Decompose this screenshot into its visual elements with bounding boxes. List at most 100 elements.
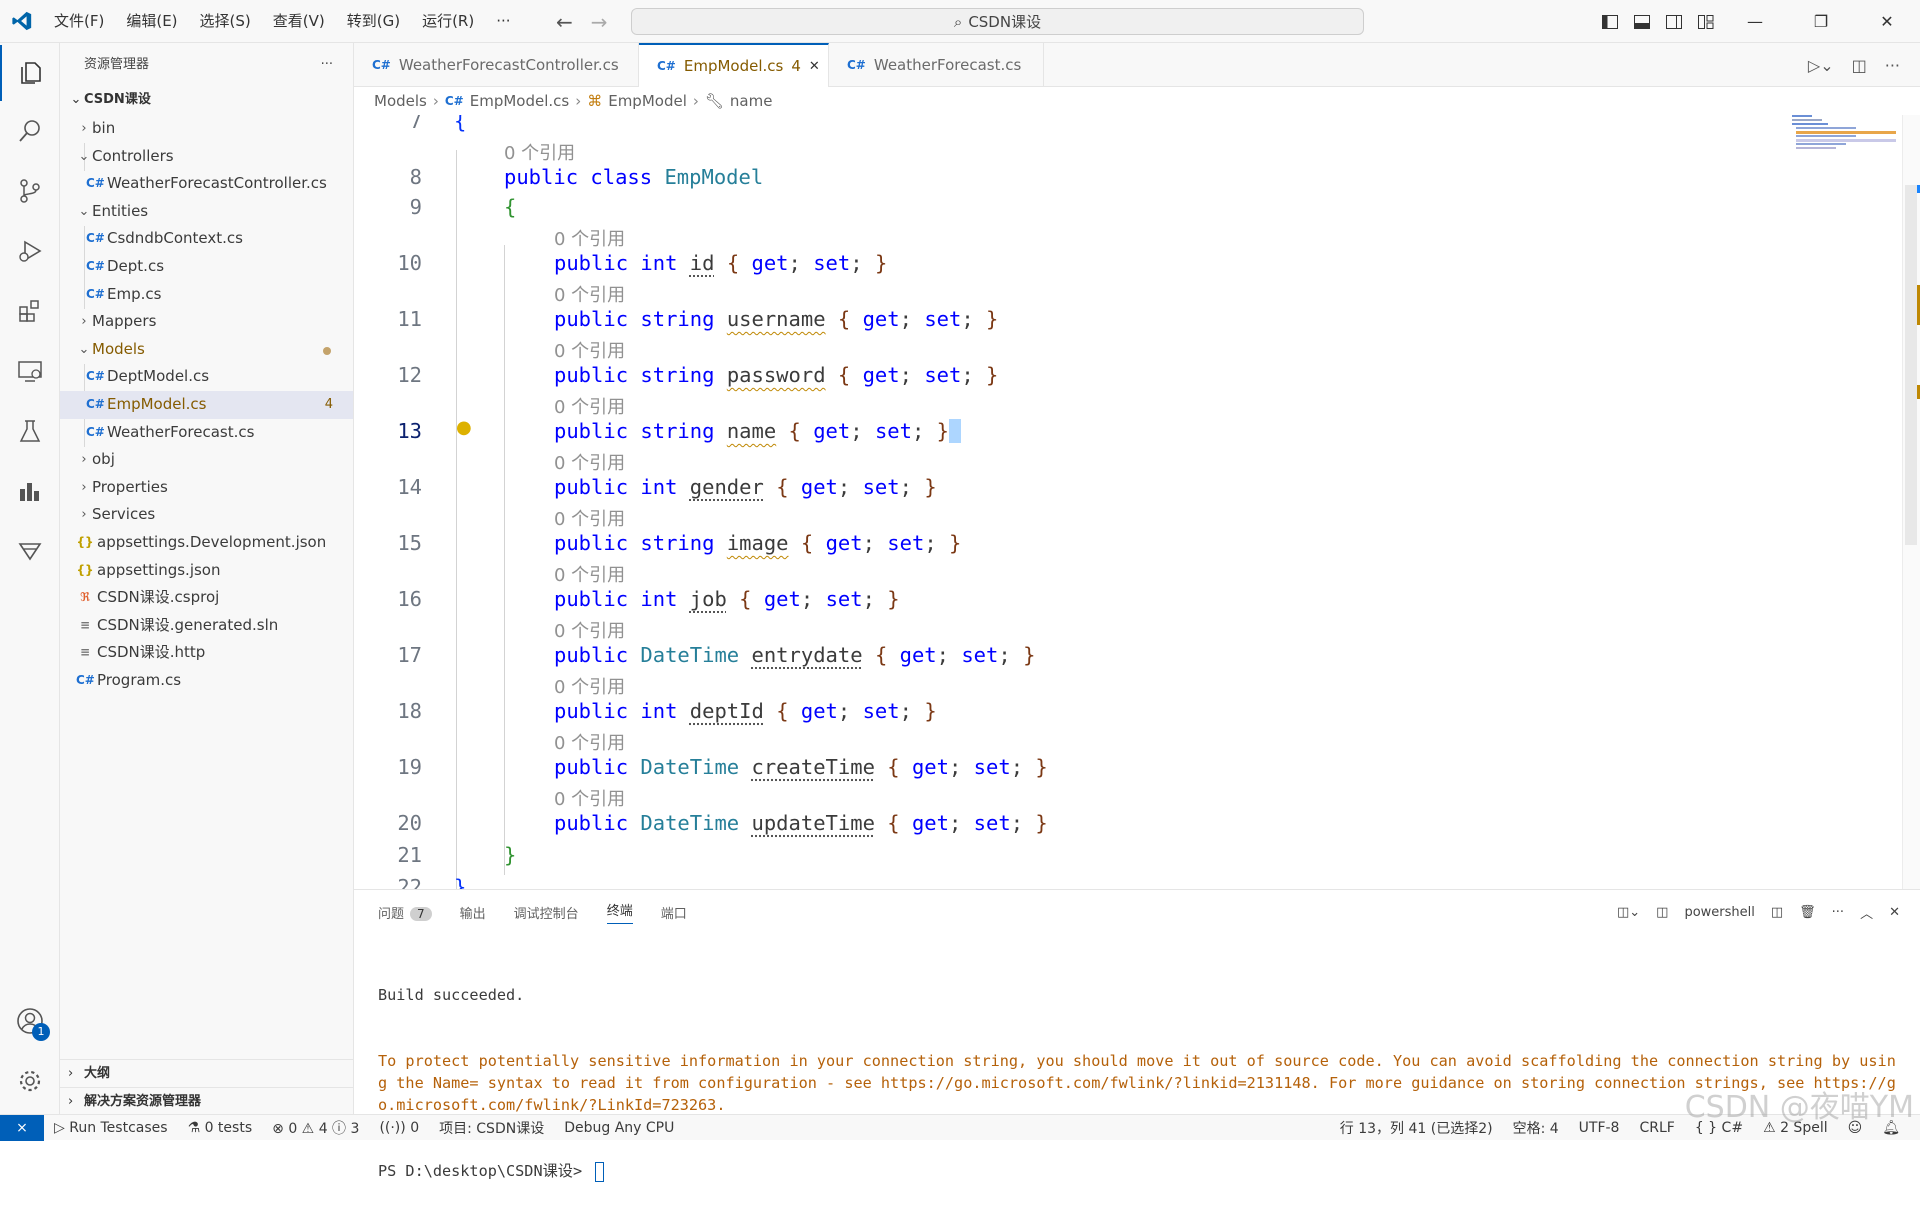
close-tab-icon[interactable]: ✕ [809,59,820,74]
tree-file-emp[interactable]: C# Emp.cs [60,281,353,309]
status-ports[interactable]: ((·)) 0 [369,1120,429,1136]
more-actions-icon[interactable]: ··· [1832,905,1844,920]
back-arrow-icon[interactable]: ← [556,10,573,34]
settings-gear-icon[interactable] [0,1053,60,1109]
outline-section[interactable]: › 大纲 [60,1059,353,1087]
lightbulb-icon[interactable]: ● [456,417,472,438]
panel-tab-problems[interactable]: 问题 7 [378,903,432,922]
command-center[interactable]: ⌕ CSDN课设 [631,8,1364,35]
new-terminal-layout-icon[interactable]: ◫⌄ [1617,905,1640,920]
menu-selection[interactable]: 选择(S) [189,0,262,43]
status-indentation[interactable]: 空格: 4 [1503,1118,1569,1138]
status-cursor-position[interactable]: 行 13，列 41 (已选择2) [1330,1118,1503,1138]
tree-folder-controllers[interactable]: ⌄ Controllers [60,143,353,171]
minimize-icon[interactable]: — [1722,0,1788,43]
menu-file[interactable]: 文件(F) [43,0,115,43]
tab-weatherforecastcontroller[interactable]: C# WeatherForecastController.cs [354,43,639,87]
menu-view[interactable]: 查看(V) [262,0,336,43]
codelens-references[interactable]: 0 个引用 [554,617,625,643]
menu-edit[interactable]: 编辑(E) [115,0,188,43]
tree-folder-models[interactable]: ⌄ Models [60,336,353,364]
codelens-references[interactable]: 0 个引用 [554,337,625,363]
tree-folder-mappers[interactable]: › Mappers [60,308,353,336]
breadcrumb-member[interactable]: name [730,92,773,110]
status-run-testcases[interactable]: ▷ Run Testcases [44,1120,178,1136]
tree-folder-properties[interactable]: › Properties [60,474,353,502]
status-tests[interactable]: ⚗ 0 tests [178,1120,263,1136]
codelens-references[interactable]: 0 个引用 [554,673,625,699]
filter-icon[interactable] [0,523,60,579]
close-window-icon[interactable]: ✕ [1854,0,1920,43]
tree-file-csdndbcontext[interactable]: C# CsdndbContext.cs [60,225,353,253]
code-editor[interactable]: 7 { 0 个引用 8 public class EmpModel 9 { 0 … [354,115,1920,889]
codelens-references[interactable]: 0 个引用 [554,225,625,251]
vertical-scrollbar[interactable] [1902,115,1920,889]
tree-file-sln[interactable]: ≡ CSDN课设.generated.sln [60,612,353,640]
codelens-references[interactable]: 0 个引用 [554,505,625,531]
status-eol[interactable]: CRLF [1629,1120,1684,1136]
source-control-icon[interactable] [0,163,60,219]
accounts-icon[interactable]: 1 [0,993,60,1049]
terminal-shell-label[interactable]: powershell [1684,905,1754,920]
tree-file-deptmodel[interactable]: C# DeptModel.cs [60,363,353,391]
menu-more[interactable]: ··· [485,0,521,43]
restore-icon[interactable]: ❐ [1788,0,1854,43]
tree-file-csproj[interactable]: ℜ CSDN课设.csproj [60,584,353,612]
terminal-output[interactable]: Build succeeded. To protect potentially … [378,940,1904,1226]
forward-arrow-icon[interactable]: → [591,10,608,34]
remote-indicator-icon[interactable]: ⨯ [0,1114,44,1141]
more-actions-icon[interactable]: ··· [1885,56,1900,75]
tree-file-dept[interactable]: C# Dept.cs [60,253,353,281]
codelens-references[interactable]: 0 个引用 [554,393,625,419]
split-terminal-icon[interactable]: ◫ [1771,905,1783,920]
breadcrumb-models[interactable]: Models [374,92,427,110]
tree-folder-bin[interactable]: › bin [60,115,353,143]
tree-file-appsettings-dev[interactable]: {} appsettings.Development.json [60,529,353,557]
codelens-references[interactable]: 0 个引用 [554,449,625,475]
codelens-references[interactable]: 0 个引用 [554,561,625,587]
codelens-references[interactable]: 0 个引用 [554,785,625,811]
panel-tab-debug-console[interactable]: 调试控制台 [514,903,579,922]
tree-file-program[interactable]: C# Program.cs [60,667,353,695]
maximize-panel-icon[interactable]: ︿ [1860,903,1873,922]
explorer-icon[interactable] [0,45,60,101]
charts-icon[interactable] [0,463,60,519]
explorer-more-actions[interactable]: ··· [321,43,333,87]
run-icon[interactable]: ▷⌄ [1808,56,1834,75]
menu-run[interactable]: 运行(R) [411,0,485,43]
tab-empmodel[interactable]: C# EmpModel.cs 4 ✕ [639,43,829,87]
tree-file-weatherforecast[interactable]: C# WeatherForecast.cs [60,419,353,447]
close-panel-icon[interactable]: ✕ [1889,905,1900,920]
tree-folder-services[interactable]: › Services [60,501,353,529]
toggle-secondary-sidebar-icon[interactable] [1658,0,1690,43]
tree-file-weatherforecastcontroller[interactable]: C# WeatherForecastController.cs [60,170,353,198]
tree-file-appsettings[interactable]: {} appsettings.json [60,557,353,585]
tree-folder-entities[interactable]: ⌄ Entities [60,198,353,226]
search-icon[interactable] [0,103,60,159]
codelens-references[interactable]: 0 个引用 [554,729,625,755]
split-editor-icon[interactable]: ◫ [1852,56,1867,75]
codelens-references[interactable]: 0 个引用 [554,281,625,307]
breadcrumb-class[interactable]: EmpModel [608,92,687,110]
status-config[interactable]: Debug Any CPU [554,1120,684,1136]
workspace-header[interactable]: ⌄ CSDN课设 [60,87,353,113]
run-debug-icon[interactable] [0,223,60,279]
tree-folder-obj[interactable]: › obj [60,446,353,474]
status-project[interactable]: 项目: CSDN课设 [429,1118,554,1138]
panel-tab-ports[interactable]: 端口 [661,903,687,922]
toggle-primary-sidebar-icon[interactable] [1594,0,1626,43]
remote-explorer-icon[interactable] [0,343,60,399]
trash-icon[interactable]: 🗑︎ [1799,905,1816,920]
solution-explorer-section[interactable]: › 解决方案资源管理器 [60,1087,353,1115]
status-encoding[interactable]: UTF-8 [1569,1120,1630,1136]
extensions-icon[interactable] [0,283,60,339]
testing-icon[interactable] [0,403,60,459]
minimap[interactable] [1790,115,1902,155]
tree-file-empmodel[interactable]: C# EmpModel.cs 4 [60,390,353,419]
toggle-panel-icon[interactable] [1626,0,1658,43]
panel-tab-output[interactable]: 输出 [460,903,486,922]
panel-tab-terminal[interactable]: 终端 [606,900,633,924]
menu-go[interactable]: 转到(G) [336,0,411,43]
customize-layout-icon[interactable] [1690,0,1722,43]
breadcrumb-file[interactable]: EmpModel.cs [470,92,569,110]
